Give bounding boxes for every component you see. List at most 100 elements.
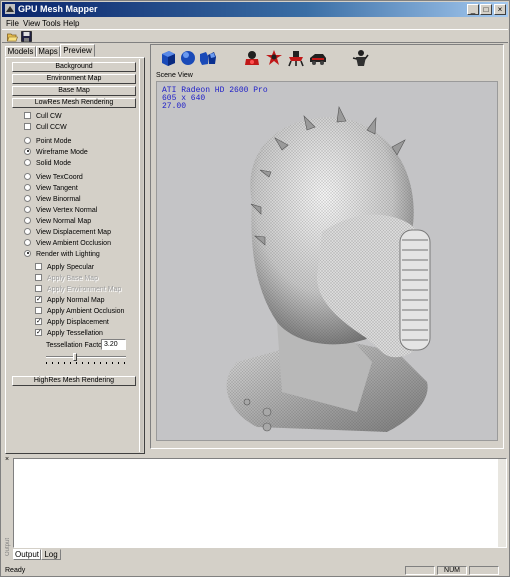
render-with-lighting-radio[interactable]: Render with Lighting (24, 249, 100, 260)
red-walker-icon[interactable] (287, 49, 305, 67)
view-ambient-occlusion-label: View Ambient Occlusion (36, 240, 111, 247)
checkbox-box[interactable] (24, 111, 31, 119)
background-button[interactable]: Background (12, 62, 136, 72)
save-disk-icon[interactable] (21, 31, 32, 42)
point-mode-radio[interactable]: Point Mode (24, 136, 72, 147)
tab-log[interactable]: Log (41, 549, 61, 560)
tessellation-slider[interactable] (46, 353, 126, 364)
checkbox-box (35, 284, 42, 292)
cull-cw-checkbox[interactable]: Cull CW (24, 111, 62, 122)
scene-view-label: Scene View (156, 72, 193, 79)
radio-dot[interactable] (24, 136, 31, 144)
view-texcoord-radio[interactable]: View TexCoord (24, 172, 83, 183)
view-normal-map-radio[interactable]: View Normal Map (24, 216, 92, 227)
mesh-render (226, 105, 431, 432)
left-tabs: Models Maps Preview (5, 44, 145, 57)
wireframe-mode-radio[interactable]: Wireframe Mode (24, 147, 88, 158)
checkbox-box[interactable] (35, 262, 42, 270)
render-toolbar (151, 45, 503, 71)
view-binormal-radio[interactable]: View Binormal (24, 194, 81, 205)
slider-thumb[interactable] (73, 353, 77, 361)
apply-environment-map-checkbox: Apply Environment Map (35, 284, 121, 295)
lowres-mesh-rendering-button[interactable]: LowRes Mesh Rendering (12, 98, 136, 108)
view-displacement-map-label: View Displacement Map (36, 229, 111, 236)
tab-output[interactable]: Output (13, 549, 41, 560)
slider-track (46, 356, 126, 358)
apply-specular-label: Apply Specular (47, 264, 95, 271)
apply-base-map-label: Apply Base Map (47, 275, 98, 282)
title-bar[interactable]: GPU Mesh Mapper _ □ × (2, 2, 508, 17)
render-with-lighting-label: Render with Lighting (36, 251, 100, 258)
menu-bar: File View Tools Help (2, 18, 508, 29)
scene-viewport[interactable]: ATI Radeon HD 2600 Pro 605 x 640 27.00 (156, 81, 498, 441)
app-icon (5, 4, 15, 14)
dark-figure-icon[interactable] (351, 49, 369, 67)
radio-dot[interactable] (24, 194, 31, 202)
radio-dot[interactable] (24, 147, 31, 155)
menu-view[interactable]: View (23, 19, 40, 28)
apply-ambient-occlusion-checkbox[interactable]: Apply Ambient Occlusion (35, 306, 124, 317)
dock-close-icon[interactable]: × (5, 456, 9, 463)
view-vertex-normal-label: View Vertex Normal (36, 207, 98, 214)
view-tangent-label: View Tangent (36, 185, 78, 192)
tab-maps[interactable]: Maps (36, 46, 60, 57)
checkbox-box[interactable] (24, 122, 31, 130)
checkbox-box[interactable] (35, 306, 42, 314)
preview-panel: Background Environment Map Base Map LowR… (5, 57, 145, 454)
radio-dot[interactable] (24, 227, 31, 235)
apply-tessellation-label: Apply Tessellation (47, 330, 103, 337)
minimize-button[interactable]: _ (467, 4, 479, 15)
blue-cube-icon[interactable] (159, 49, 177, 67)
red-spiky-icon[interactable] (265, 49, 283, 67)
menu-help[interactable]: Help (63, 19, 79, 28)
check-mark-icon[interactable]: ✓ (35, 328, 42, 336)
red-creature-icon[interactable] (243, 49, 261, 67)
point-mode-label: Point Mode (36, 138, 72, 145)
maximize-button[interactable]: □ (480, 4, 492, 15)
radio-dot[interactable] (24, 205, 31, 213)
radio-dot[interactable] (24, 172, 31, 180)
scene-panel: Scene View ATI Radeon HD 2600 Pro 605 x … (150, 44, 504, 449)
check-mark-icon[interactable]: ✓ (35, 295, 42, 303)
tessellation-factor-input[interactable]: 3.20 (101, 339, 126, 350)
window-title: GPU Mesh Mapper (18, 4, 98, 14)
base-map-button[interactable]: Base Map (12, 86, 136, 96)
environment-map-button[interactable]: Environment Map (12, 74, 136, 84)
slider-ticks (46, 362, 126, 364)
menu-file[interactable]: File (6, 19, 19, 28)
highres-mesh-rendering-button[interactable]: HighRes Mesh Rendering (12, 376, 136, 386)
view-normal-map-label: View Normal Map (36, 218, 92, 225)
solid-mode-radio[interactable]: Solid Mode (24, 158, 71, 169)
red-vehicle-icon[interactable] (309, 49, 327, 67)
apply-normal-map-checkbox[interactable]: ✓ Apply Normal Map (35, 295, 105, 306)
blue-shapes-icon[interactable] (199, 49, 217, 67)
blue-sphere-icon[interactable] (179, 49, 197, 67)
view-vertex-normal-radio[interactable]: View Vertex Normal (24, 205, 98, 216)
cull-ccw-checkbox[interactable]: Cull CCW (24, 122, 67, 133)
view-displacement-map-radio[interactable]: View Displacement Map (24, 227, 111, 238)
main-toolbar (2, 29, 508, 43)
radio-dot[interactable] (24, 216, 31, 224)
radio-dot[interactable] (24, 238, 31, 246)
status-cell (469, 566, 499, 575)
view-tangent-radio[interactable]: View Tangent (24, 183, 78, 194)
check-mark-icon[interactable]: ✓ (35, 317, 42, 325)
radio-dot[interactable] (24, 158, 31, 166)
close-button[interactable]: × (494, 4, 506, 15)
apply-tessellation-checkbox[interactable]: ✓ Apply Tessellation (35, 328, 103, 339)
radio-dot[interactable] (24, 183, 31, 191)
menu-tools[interactable]: Tools (42, 19, 61, 28)
panel-scrollbar[interactable] (139, 59, 143, 452)
tab-models[interactable]: Models (5, 46, 36, 57)
radio-dot[interactable] (24, 249, 31, 257)
output-textarea[interactable] (13, 458, 507, 548)
status-cell (405, 566, 435, 575)
view-ambient-occlusion-radio[interactable]: View Ambient Occlusion (24, 238, 111, 249)
apply-displacement-checkbox[interactable]: ✓ Apply Displacement (35, 317, 109, 328)
apply-specular-checkbox[interactable]: Apply Specular (35, 262, 95, 273)
output-scrollbar[interactable] (498, 459, 506, 547)
open-folder-icon[interactable] (7, 31, 18, 42)
tab-preview[interactable]: Preview (60, 44, 95, 57)
cull-ccw-label: Cull CCW (36, 124, 67, 131)
gpu-info-overlay: ATI Radeon HD 2600 Pro 605 x 640 27.00 (162, 87, 268, 111)
